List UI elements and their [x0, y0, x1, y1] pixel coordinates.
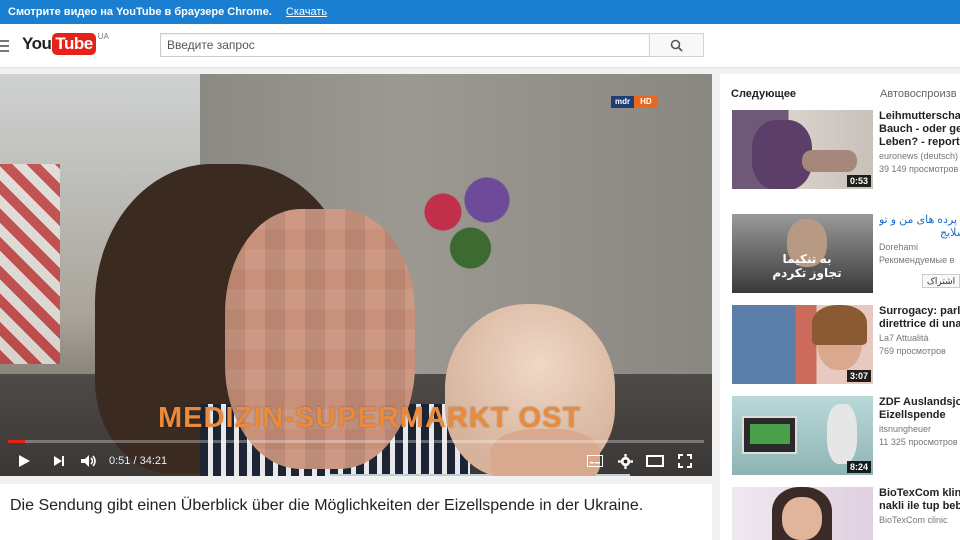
volume-button[interactable] [79, 451, 99, 471]
settings-button[interactable] [615, 451, 635, 471]
video-title[interactable]: ZDF Auslandsjo [879, 396, 960, 409]
play-button[interactable] [14, 451, 34, 471]
download-link[interactable]: Скачать [286, 6, 327, 18]
promo-text: Смотрите видео на YouTube в браузере Chr… [8, 6, 272, 18]
progress-bar[interactable] [8, 440, 704, 443]
video-title[interactable]: Leihmutterscha [879, 110, 960, 123]
video-title[interactable]: Leben? - report [879, 136, 960, 149]
recommended-video[interactable]: 0:53 Leihmutterscha Bauch - oder ge Lebe… [732, 110, 960, 190]
channel-badge: mdr HD [611, 96, 676, 108]
thumbnail-overlay-text: تجاوز تکردم [772, 266, 842, 280]
recommended-label: Рекомендуемые в [879, 255, 955, 265]
video-title[interactable]: BioTexCom klin [879, 487, 960, 500]
hd-badge: HD [634, 96, 658, 108]
up-next-heading: Следующее [731, 88, 797, 100]
view-count: 769 просмотров [879, 346, 946, 356]
theater-icon [646, 455, 664, 467]
fullscreen-button[interactable] [675, 451, 695, 471]
video-title[interactable]: Surrogacy: parl [879, 305, 960, 318]
video-thumbnail[interactable]: 8:24 [732, 396, 873, 475]
subtitles-button[interactable] [585, 451, 605, 471]
search-button[interactable] [649, 33, 704, 57]
channel-name: euronews (deutsch) [879, 151, 959, 161]
video-thumbnail[interactable] [732, 487, 873, 540]
video-thumbnail[interactable]: 0:53 [732, 110, 873, 189]
logo-you: You [22, 34, 52, 53]
fullscreen-icon [678, 454, 692, 468]
video-thumbnail[interactable]: به تنکیما تجاوز تکردم [732, 214, 873, 293]
logo-tube: Tube [52, 33, 96, 55]
channel-name: BioTexCom clinic [879, 515, 948, 525]
time-display: 0:51 / 34:21 [109, 455, 168, 467]
search-input[interactable]: Введите запрос [160, 33, 650, 57]
video-caption: MEDIZIN-SUPERMARKT OST [158, 402, 582, 434]
video-title[interactable]: آموزش پرده های من و تو [879, 214, 960, 227]
play-icon [19, 455, 30, 467]
video-duration: 3:07 [846, 370, 871, 382]
channel-logo: mdr [611, 96, 635, 108]
video-title[interactable]: direttrice di una [879, 318, 960, 331]
thumbnail-overlay-text: به تنکیما [782, 252, 832, 266]
next-button[interactable] [49, 451, 69, 471]
recommended-video[interactable]: 3:07 Surrogacy: parl direttrice di una L… [732, 305, 960, 385]
channel-name: La7 Attualità [879, 333, 929, 343]
search-icon [670, 39, 683, 52]
next-icon [54, 456, 64, 466]
recommended-video[interactable]: 8:24 ZDF Auslandsjo Eizellspende itsnung… [732, 396, 960, 476]
subtitles-icon [587, 455, 603, 467]
video-title[interactable]: Bauch - oder ge [879, 123, 960, 136]
volume-icon [81, 455, 96, 467]
masthead: You Tube UA Введите запрос [0, 24, 960, 68]
subscribe-button[interactable]: اشتراک [922, 274, 960, 288]
video-duration: 8:24 [846, 461, 871, 473]
progress-fill [8, 440, 26, 443]
recommended-video[interactable]: BioTexCom klin nakli ile tup beb BioTexC… [732, 487, 960, 540]
player-controls: 0:51 / 34:21 [0, 446, 712, 476]
view-count: 39 149 просмотров [879, 164, 959, 174]
autoplay-label[interactable]: Автовоспроизв [880, 88, 957, 100]
channel-name: Dorehami [879, 242, 919, 252]
logo-country: UA [97, 32, 109, 41]
promo-bar: Смотрите видео на YouTube в браузере Chr… [0, 0, 960, 24]
video-duration: 0:53 [846, 175, 871, 187]
view-count: 11 325 просмотров [879, 437, 958, 447]
video-description: Die Sendung gibt einen Überblick über di… [0, 484, 712, 540]
sidebar: Следующее Автовоспроизв 0:53 Leihmutters… [720, 74, 960, 540]
theater-mode-button[interactable] [645, 451, 665, 471]
channel-name: itsnungheuer [879, 424, 932, 434]
video-thumbnail[interactable]: 3:07 [732, 305, 873, 384]
gear-icon [617, 453, 633, 469]
video-title[interactable]: Eizellspende [879, 409, 960, 422]
youtube-logo[interactable]: You Tube UA [22, 32, 109, 55]
video-title[interactable]: nakli ile tup beb [879, 500, 960, 513]
menu-icon[interactable] [0, 40, 9, 52]
video-title[interactable]: اسلایج [879, 227, 960, 240]
